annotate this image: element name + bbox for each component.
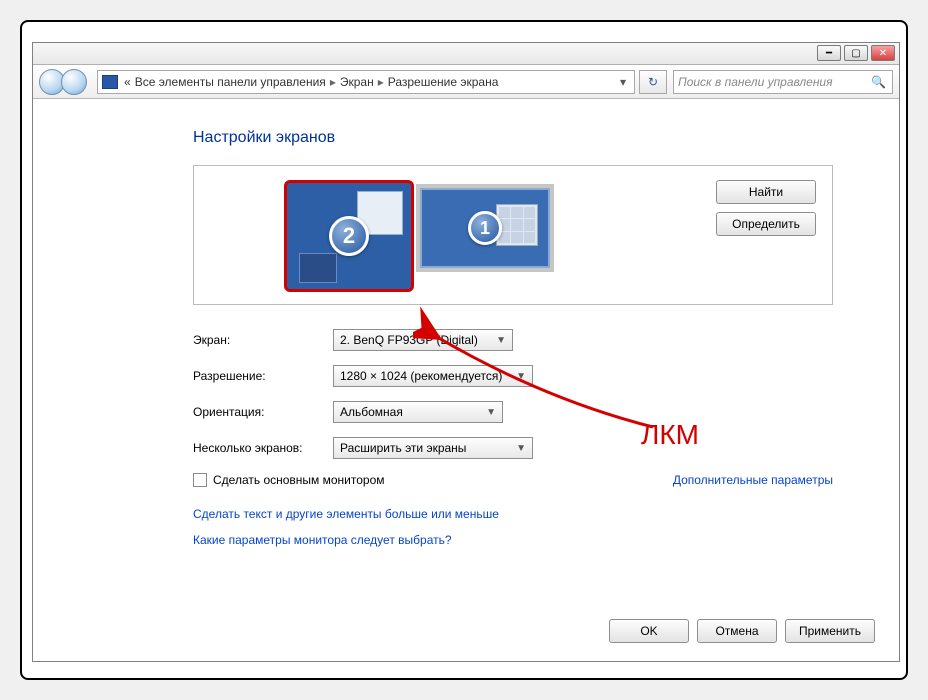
screen-dropdown[interactable]: 2. BenQ FP93GP (Digital) ▼	[333, 329, 513, 351]
apply-button[interactable]: Применить	[785, 619, 875, 643]
chevron-down-icon: ▼	[488, 335, 506, 346]
multi-screens-dropdown-value: Расширить эти экраны	[340, 441, 466, 455]
breadcrumb-separator: ▸	[374, 75, 388, 89]
titlebar: ━ ▢ ✕	[33, 43, 899, 65]
monitor-preview-area: 2 1 Найти Определить	[193, 165, 833, 305]
breadcrumb-item[interactable]: Все элементы панели управления	[135, 75, 326, 89]
address-dropdown[interactable]: ▾	[616, 75, 630, 89]
chevron-down-icon: ▼	[508, 371, 526, 382]
search-input[interactable]: Поиск в панели управления 🔍	[673, 70, 893, 94]
make-primary-label: Сделать основным монитором	[213, 473, 385, 487]
advanced-settings-link[interactable]: Дополнительные параметры	[673, 473, 833, 487]
text-size-link[interactable]: Сделать текст и другие элементы больше и…	[193, 507, 859, 521]
content-area: Настройки экранов 2 1 Найти Определить Э…	[33, 99, 899, 661]
monitor-number-badge: 1	[468, 211, 502, 245]
multi-screens-dropdown[interactable]: Расширить эти экраны ▼	[333, 437, 533, 459]
breadcrumb-separator: ▸	[326, 75, 340, 89]
breadcrumb-item[interactable]: Разрешение экрана	[388, 75, 499, 89]
orientation-dropdown-value: Альбомная	[340, 405, 403, 419]
monitor-1-keypad-decoration	[496, 204, 538, 246]
close-button[interactable]: ✕	[871, 45, 895, 61]
chevron-down-icon: ▼	[508, 443, 526, 454]
monitor-2-thumbnail[interactable]: 2	[284, 180, 414, 292]
breadcrumb-item[interactable]: Экран	[340, 75, 374, 89]
resolution-dropdown[interactable]: 1280 × 1024 (рекомендуется) ▼	[333, 365, 533, 387]
help-link[interactable]: Какие параметры монитора следует выбрать…	[193, 533, 859, 547]
monitor-2-window-decoration	[299, 253, 337, 283]
monitor-1-thumbnail[interactable]: 1	[420, 188, 550, 268]
chevron-down-icon: ▼	[478, 407, 496, 418]
monitor-number-badge: 2	[329, 216, 369, 256]
orientation-dropdown[interactable]: Альбомная ▼	[333, 401, 503, 423]
cancel-button[interactable]: Отмена	[697, 619, 777, 643]
refresh-button[interactable]: ↻	[639, 70, 667, 94]
screen-dropdown-value: 2. BenQ FP93GP (Digital)	[340, 333, 478, 347]
multi-screens-label: Несколько экранов:	[193, 441, 333, 455]
ok-button[interactable]: OK	[609, 619, 689, 643]
page-title: Настройки экранов	[193, 129, 859, 147]
maximize-button[interactable]: ▢	[844, 45, 868, 61]
navigation-bar: « Все элементы панели управления ▸ Экран…	[33, 65, 899, 99]
forward-button[interactable]	[61, 69, 87, 95]
resolution-label: Разрешение:	[193, 369, 333, 383]
screen-resolution-window: ━ ▢ ✕ « Все элементы панели управления ▸…	[32, 42, 900, 662]
monitor-icon	[102, 75, 118, 89]
find-button[interactable]: Найти	[716, 180, 816, 204]
minimize-button[interactable]: ━	[817, 45, 841, 61]
search-placeholder: Поиск в панели управления	[678, 75, 833, 89]
make-primary-checkbox[interactable]	[193, 473, 207, 487]
identify-button[interactable]: Определить	[716, 212, 816, 236]
resolution-dropdown-value: 1280 × 1024 (рекомендуется)	[340, 369, 502, 383]
screen-label: Экран:	[193, 333, 333, 347]
orientation-label: Ориентация:	[193, 405, 333, 419]
address-bar[interactable]: « Все элементы панели управления ▸ Экран…	[97, 70, 635, 94]
search-icon[interactable]: 🔍	[871, 75, 886, 89]
breadcrumb-prefix: «	[124, 75, 131, 89]
